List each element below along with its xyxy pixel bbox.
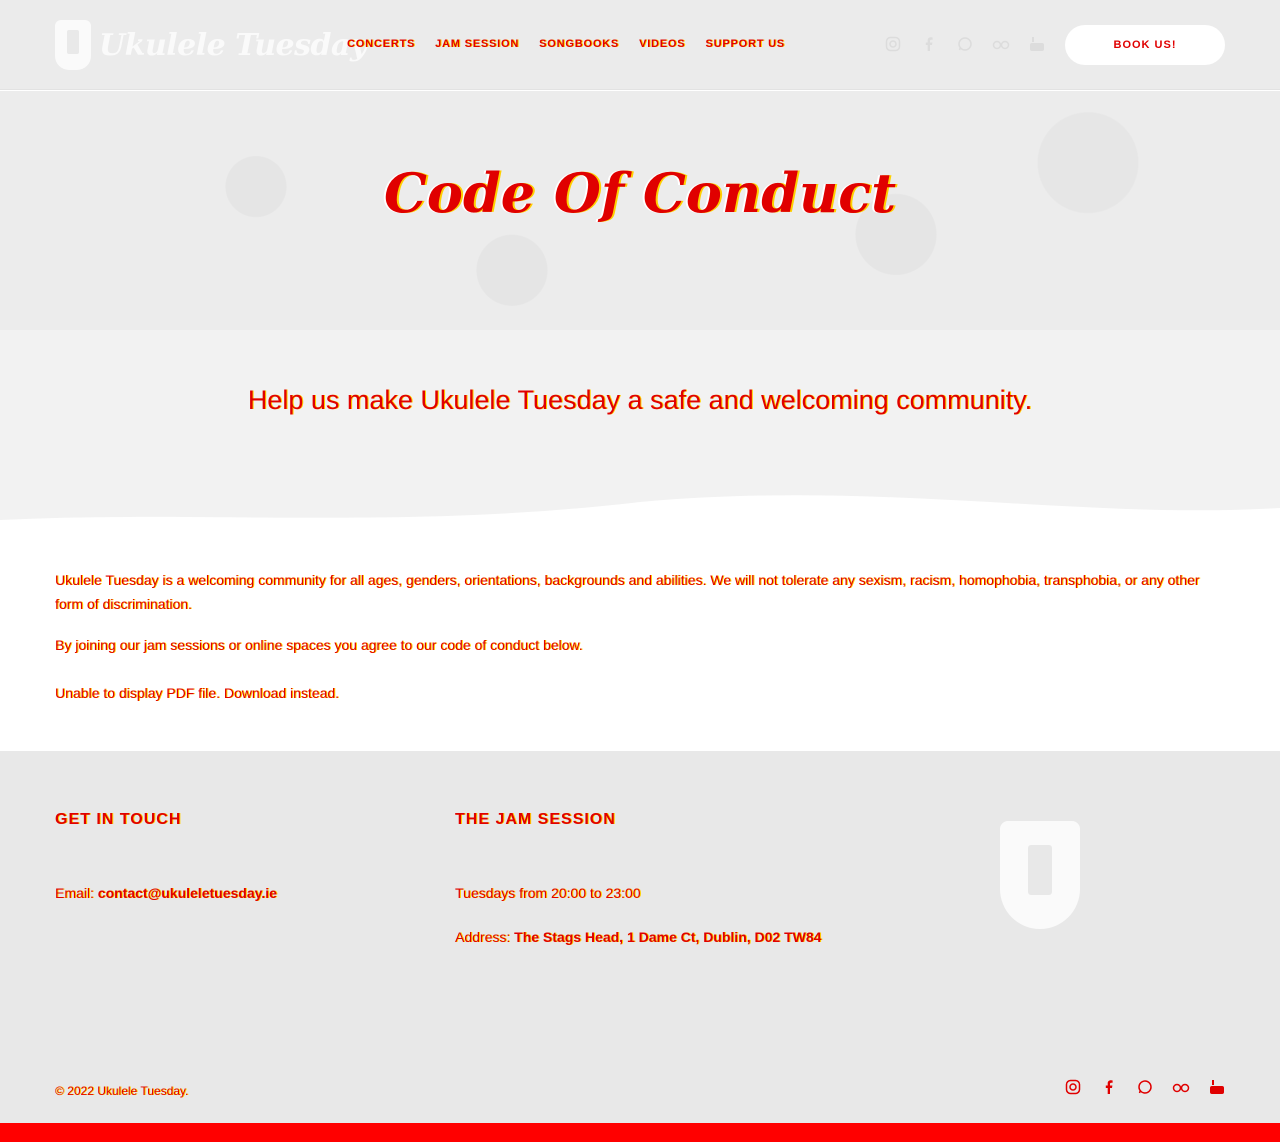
copyright: © 2022 Ukulele Tuesday. — [55, 1084, 189, 1098]
hero-banner: Code Of Conduct — [0, 91, 1280, 330]
facebook-icon[interactable] — [1100, 1079, 1118, 1097]
footer-email: Email: contact@ukuleletuesday.ie — [55, 881, 277, 905]
logo[interactable]: Ukulele Tuesday — [55, 20, 367, 70]
nav-support-us[interactable]: SUPPORT US — [705, 38, 785, 50]
footer-contact-heading: GET IN TOUCH — [55, 811, 182, 828]
intro-text: Help us make Ukulele Tuesday a safe and … — [247, 385, 1033, 415]
tripadvisor-icon[interactable] — [1172, 1079, 1190, 1097]
bottom-bar — [0, 1123, 1280, 1142]
nav-songbooks[interactable]: SONGBOOKS — [539, 38, 619, 50]
footer-jam-heading: THE JAM SESSION — [455, 811, 616, 828]
facebook-icon[interactable] — [920, 36, 938, 54]
youtube-icon[interactable] — [1208, 1079, 1226, 1097]
tripadvisor-icon[interactable] — [992, 36, 1010, 54]
address-label: Address: — [455, 929, 515, 945]
footer-address: Address: The Stags Head, 1 Dame Ct, Dubl… — [455, 925, 835, 949]
footer-schedule: Tuesdays from 20:00 to 23:00 — [455, 885, 641, 901]
footer-social-links — [1064, 1079, 1226, 1097]
nav-videos[interactable]: VIDEOS — [639, 38, 685, 50]
address-link[interactable]: The Stags Head, 1 Dame Ct, Dublin, D02 T… — [514, 929, 821, 945]
email-link[interactable]: contact@ukuleletuesday.ie — [98, 885, 277, 901]
wave-divider — [0, 495, 1280, 540]
email-label: Email: — [55, 885, 98, 901]
site-header: Ukulele Tuesday CONCERTS JAM SESSION SON… — [0, 0, 1280, 90]
whatsapp-icon[interactable] — [956, 36, 974, 54]
whatsapp-icon[interactable] — [1136, 1079, 1154, 1097]
site-footer: GET IN TOUCH Email: contact@ukuleletuesd… — [0, 751, 1280, 1123]
logo-mark-icon — [55, 20, 91, 70]
main-content: Ukulele Tuesday is a welcoming community… — [55, 568, 1225, 722]
nav-jam-session[interactable]: JAM SESSION — [435, 38, 519, 50]
nav-concerts[interactable]: CONCERTS — [347, 38, 415, 50]
footer-logo-icon — [1000, 821, 1080, 929]
intro-paragraph: Ukulele Tuesday is a welcoming community… — [55, 572, 1200, 612]
main-nav: CONCERTS JAM SESSION SONGBOOKS VIDEOS SU… — [347, 38, 785, 50]
instagram-icon[interactable] — [884, 36, 902, 54]
page-title: Code Of Conduct — [383, 161, 897, 225]
instagram-icon[interactable] — [1064, 1079, 1082, 1097]
youtube-icon[interactable] — [1028, 36, 1046, 54]
book-us-button[interactable]: BOOK US! — [1065, 25, 1225, 65]
footer-contact-column: GET IN TOUCH Email: contact@ukuleletuesd… — [55, 811, 277, 905]
agreement-paragraph: By joining our jam sessions or online sp… — [55, 637, 583, 653]
pdf-fallback-link[interactable]: Unable to display PDF file. Download ins… — [55, 681, 1225, 705]
header-social-links — [884, 36, 1046, 54]
logo-text: Ukulele Tuesday — [99, 27, 367, 63]
footer-jam-column: THE JAM SESSION Tuesdays from 20:00 to 2… — [455, 811, 835, 949]
